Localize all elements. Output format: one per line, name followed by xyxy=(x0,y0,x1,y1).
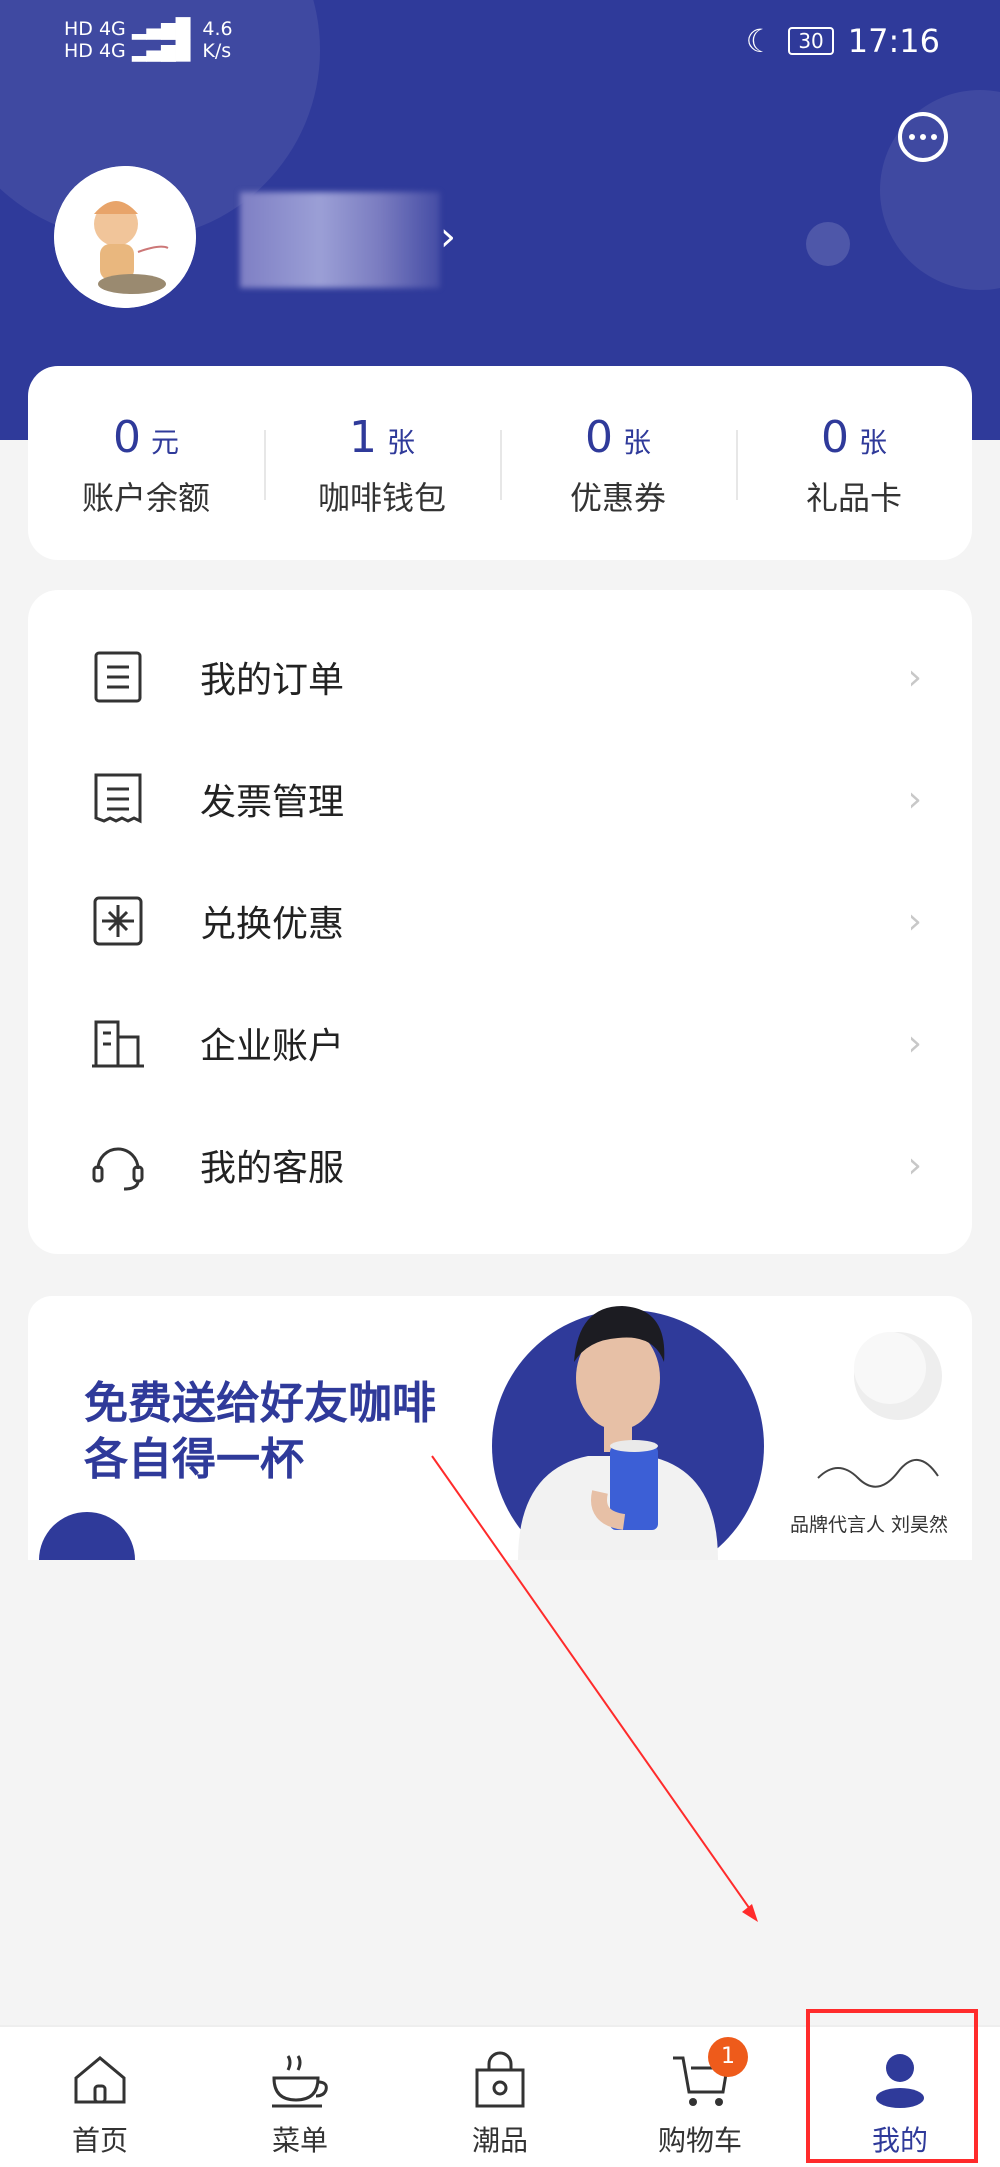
menu-item-label: 发票管理 xyxy=(200,782,345,823)
chevron-right-icon: › xyxy=(907,1144,922,1186)
status-right: ☾ 30 17:16 xyxy=(746,22,940,60)
stat-unit: 元 xyxy=(150,426,179,459)
stat-gift-cards[interactable]: 0张 礼品卡 xyxy=(736,366,972,560)
menu-item-label: 我的客服 xyxy=(200,1148,345,1189)
avatar[interactable] xyxy=(54,166,196,308)
account-stats: 0元 账户余额 1张 咖啡钱包 0张 优惠券 0张 礼品卡 xyxy=(28,366,972,560)
annotation-highlight-box xyxy=(806,2009,978,2163)
tab-menu[interactable]: 菜单 xyxy=(200,2027,400,2167)
menu-item-label: 兑换优惠 xyxy=(200,904,345,945)
stat-value: 1 xyxy=(348,412,377,463)
menu-item-orders[interactable]: 我的订单 › xyxy=(28,616,972,738)
stat-value: 0 xyxy=(584,412,613,463)
battery-indicator: 30 xyxy=(788,27,834,55)
stat-coffee-wallet[interactable]: 1张 咖啡钱包 xyxy=(264,366,500,560)
banner-signature: 品牌代言人 刘昊然 xyxy=(789,1514,948,1536)
status-bar: HD 4G ▂▄▆█ 4.6 HD 4G ▂▄▆█ K/s ☾ 30 17:16 xyxy=(0,0,1000,80)
tab-label: 菜单 xyxy=(271,2124,328,2157)
shopping-bag-icon xyxy=(400,2045,600,2115)
tab-cart[interactable]: 1 购物车 xyxy=(600,2027,800,2167)
gift-box-icon xyxy=(88,891,148,951)
chat-bubble-icon[interactable] xyxy=(898,112,948,162)
menu-item-label: 企业账户 xyxy=(200,1026,345,1067)
order-list-icon xyxy=(88,647,148,707)
chevron-right-icon: › xyxy=(907,900,922,942)
cart-badge: 1 xyxy=(708,2037,748,2077)
stat-value: 0 xyxy=(112,412,141,463)
stat-coupons[interactable]: 0张 优惠券 xyxy=(500,366,736,560)
tab-home[interactable]: 首页 xyxy=(0,2027,200,2167)
moon-icon: ☾ xyxy=(745,22,775,60)
menu-item-customer-service[interactable]: 我的客服 › xyxy=(28,1104,972,1226)
cart-icon xyxy=(600,2045,800,2115)
menu-item-enterprise[interactable]: 企业账户 › xyxy=(28,982,972,1104)
menu-item-label: 我的订单 xyxy=(200,660,345,701)
stat-value: 0 xyxy=(820,412,849,463)
menu-item-invoice[interactable]: 发票管理 › xyxy=(28,738,972,860)
chevron-right-icon: › xyxy=(907,1022,922,1064)
tab-merch[interactable]: 潮品 xyxy=(400,2027,600,2167)
tab-label: 购物车 xyxy=(657,2124,742,2157)
decor-circle xyxy=(806,222,850,266)
stat-balance[interactable]: 0元 账户余额 xyxy=(28,366,264,560)
invoice-icon xyxy=(88,769,148,829)
menu-list: 我的订单 › 发票管理 › 兑换优惠 › 企业账户 › 我的客服 › xyxy=(28,590,972,1254)
stat-label: 礼品卡 xyxy=(805,479,902,517)
banner-line-1: 免费送给好友咖啡 xyxy=(84,1378,436,1429)
coffee-cup-icon xyxy=(200,2045,400,2115)
chevron-right-icon[interactable]: › xyxy=(440,214,456,260)
tab-label: 首页 xyxy=(71,2124,128,2157)
network-status: HD 4G ▂▄▆█ 4.6 HD 4G ▂▄▆█ K/s xyxy=(64,18,233,62)
stat-label: 咖啡钱包 xyxy=(317,479,446,517)
banner-headline: 免费送给好友咖啡 各自得一杯 xyxy=(84,1376,436,1488)
stat-label: 账户余额 xyxy=(81,479,210,517)
menu-item-redeem[interactable]: 兑换优惠 › xyxy=(28,860,972,982)
promo-banner[interactable]: 免费送给好友咖啡 各自得一杯 品牌代言人 刘昊然 xyxy=(28,1296,972,1560)
home-icon xyxy=(0,2045,200,2115)
stat-label: 优惠券 xyxy=(569,479,666,517)
stat-unit: 张 xyxy=(858,426,887,459)
username-blurred[interactable] xyxy=(240,192,440,288)
tab-label: 潮品 xyxy=(471,2124,528,2157)
headset-icon xyxy=(88,1135,148,1195)
chevron-right-icon: › xyxy=(907,778,922,820)
stat-unit: 张 xyxy=(386,426,415,459)
building-icon xyxy=(88,1013,148,1073)
banner-line-2: 各自得一杯 xyxy=(84,1434,304,1485)
chevron-right-icon: › xyxy=(907,656,922,698)
time: 17:16 xyxy=(847,22,940,60)
stat-unit: 张 xyxy=(622,426,651,459)
